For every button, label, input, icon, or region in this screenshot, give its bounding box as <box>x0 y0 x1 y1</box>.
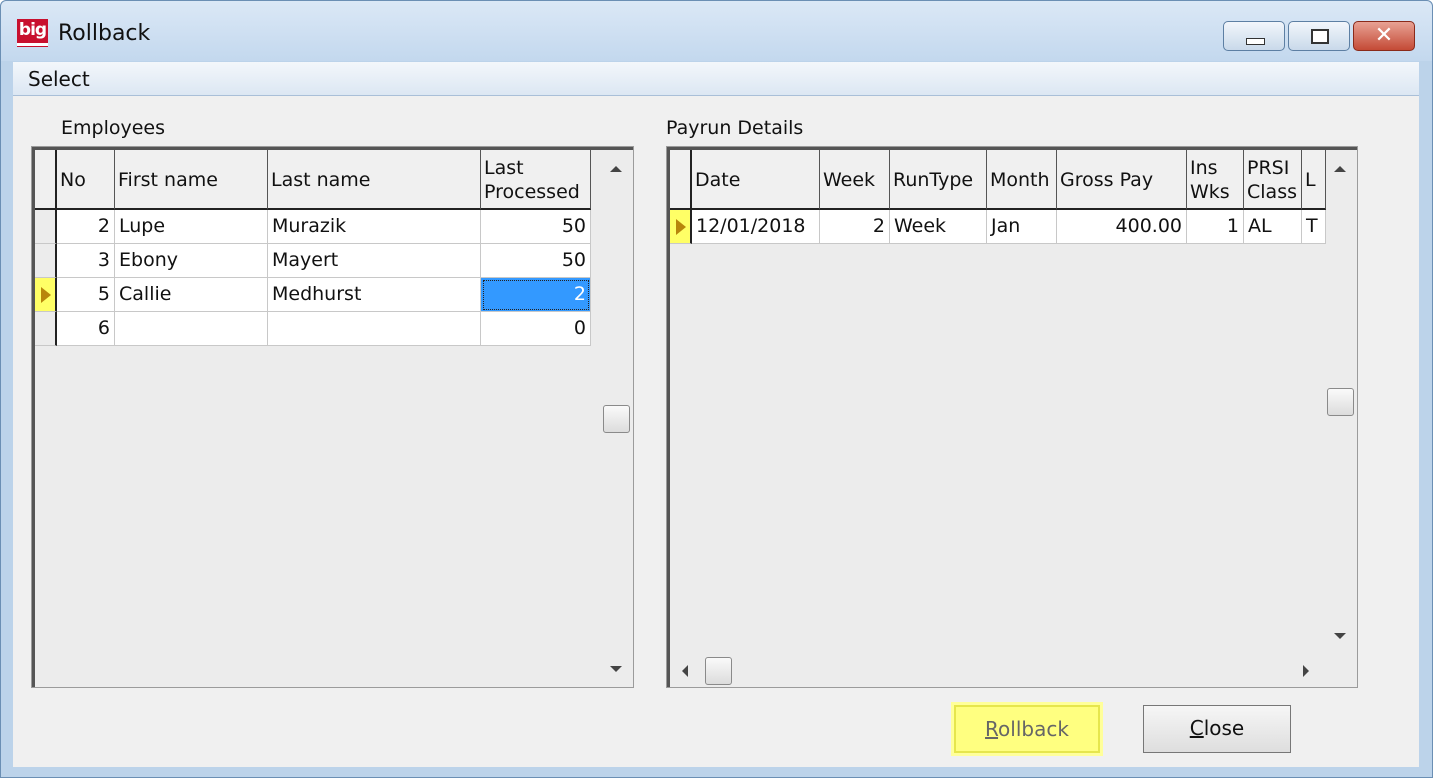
row-indicator[interactable] <box>35 244 57 278</box>
table-cell-first-name[interactable]: Ebony <box>115 244 268 278</box>
column-header-runtype[interactable]: RunType <box>890 150 987 210</box>
close-label: lose <box>1203 716 1245 740</box>
close-window-button[interactable]: ✕ <box>1353 21 1415 51</box>
payrun-horizontal-scrollbar[interactable] <box>670 655 1326 687</box>
current-row-indicator[interactable] <box>670 210 692 244</box>
minimize-button[interactable] <box>1223 21 1285 51</box>
table-cell-month[interactable]: Jan <box>987 210 1057 244</box>
column-header-date[interactable]: Date <box>692 150 820 210</box>
scroll-up-icon[interactable] <box>610 166 622 172</box>
row-indicator-header <box>35 150 57 210</box>
scroll-left-icon[interactable] <box>682 665 688 677</box>
current-row-indicator[interactable] <box>35 278 57 312</box>
row-indicator-header <box>670 150 692 210</box>
scroll-thumb[interactable] <box>1327 388 1354 416</box>
table-cell-no[interactable]: 6 <box>57 312 115 346</box>
column-header-month[interactable]: Month <box>987 150 1057 210</box>
payrun-details-grid[interactable]: Date Week RunType Month Gross Pay Ins Wk… <box>666 146 1358 688</box>
rollback-window: big Rollback ✕ Select Employees No First… <box>0 0 1433 778</box>
rollback-button[interactable]: Rollback <box>954 705 1100 753</box>
column-header-l[interactable]: L <box>1302 150 1326 210</box>
column-header-first-name[interactable]: First name <box>115 150 268 210</box>
column-header-week[interactable]: Week <box>820 150 890 210</box>
table-cell-last-processed[interactable]: 50 <box>481 244 591 278</box>
current-row-arrow-icon <box>41 287 51 303</box>
table-cell-last-name[interactable] <box>268 312 481 346</box>
table-cell-prsi-class[interactable]: AL <box>1244 210 1302 244</box>
column-header-no[interactable]: No <box>57 150 115 210</box>
app-logo-icon: big <box>17 19 48 47</box>
payrun-vertical-scrollbar[interactable] <box>1326 150 1356 655</box>
table-cell-last-name[interactable]: Murazik <box>268 210 481 244</box>
table-cell-last-processed[interactable]: 0 <box>481 312 591 346</box>
current-row-arrow-icon <box>676 219 686 235</box>
scroll-down-icon[interactable] <box>610 666 622 672</box>
table-cell-first-name[interactable]: Lupe <box>115 210 268 244</box>
rollback-label: ollback <box>998 717 1069 741</box>
table-cell-first-name[interactable] <box>115 312 268 346</box>
close-hotkey: C <box>1189 716 1204 740</box>
client-area: Employees No First name Last name Last P… <box>13 96 1419 767</box>
payrun-details-label: Payrun Details <box>666 117 804 139</box>
row-indicator[interactable] <box>35 210 57 244</box>
close-button[interactable]: Close <box>1143 705 1291 753</box>
table-cell-last-processed-selected[interactable]: 2 <box>481 278 591 312</box>
table-cell-week[interactable]: 2 <box>820 210 890 244</box>
table-cell-first-name[interactable]: Callie <box>115 278 268 312</box>
table-cell-date[interactable]: 12/01/2018 <box>692 210 820 244</box>
table-cell-runtype[interactable]: Week <box>890 210 987 244</box>
maximize-button[interactable] <box>1288 21 1350 51</box>
scroll-right-icon[interactable] <box>1303 665 1309 677</box>
scroll-down-icon[interactable] <box>1334 633 1346 639</box>
table-cell-no[interactable]: 5 <box>57 278 115 312</box>
employees-vertical-scrollbar[interactable] <box>602 150 632 687</box>
minimize-icon <box>1224 22 1284 50</box>
close-icon: ✕ <box>1374 23 1394 48</box>
menu-bar: Select <box>13 62 1419 96</box>
column-header-prsi-class[interactable]: PRSI Class <box>1244 150 1302 210</box>
column-header-gross-pay[interactable]: Gross Pay <box>1057 150 1187 210</box>
table-cell-no[interactable]: 3 <box>57 244 115 278</box>
row-indicator[interactable] <box>35 312 57 346</box>
scroll-up-icon[interactable] <box>1334 166 1346 172</box>
column-header-ins-wks[interactable]: Ins Wks <box>1187 150 1244 210</box>
window-title: Rollback <box>58 21 151 46</box>
column-header-last-name[interactable]: Last name <box>268 150 481 210</box>
table-cell-no[interactable]: 2 <box>57 210 115 244</box>
menu-select[interactable]: Select <box>28 67 90 91</box>
column-header-last-processed[interactable]: Last Processed <box>481 150 591 210</box>
employees-label: Employees <box>61 117 165 139</box>
table-cell-last-processed[interactable]: 50 <box>481 210 591 244</box>
table-cell-last-name[interactable]: Mayert <box>268 244 481 278</box>
employees-grid[interactable]: No First name Last name Last Processed 2… <box>31 146 634 688</box>
table-cell-gross-pay[interactable]: 400.00 <box>1057 210 1187 244</box>
maximize-icon <box>1289 22 1349 50</box>
table-cell-ins-wks[interactable]: 1 <box>1187 210 1244 244</box>
scroll-thumb[interactable] <box>705 657 732 685</box>
rollback-hotkey: R <box>985 717 999 741</box>
table-cell-last-name[interactable]: Medhurst <box>268 278 481 312</box>
scroll-thumb[interactable] <box>603 405 630 433</box>
title-bar[interactable]: big Rollback ✕ <box>1 1 1432 61</box>
table-cell-l[interactable]: T <box>1302 210 1326 244</box>
